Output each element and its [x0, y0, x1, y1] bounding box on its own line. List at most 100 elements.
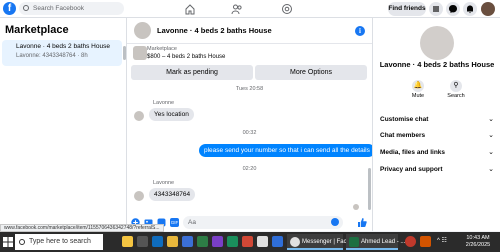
timestamp: Tues 20:58	[235, 86, 264, 92]
listing-price-title: $800 – 4 beds 2 baths House	[147, 54, 226, 60]
tray-app-icon[interactable]	[420, 236, 431, 247]
chat-members-section[interactable]: Chat members ⌄	[380, 128, 494, 144]
edge-browser-icon[interactable]	[152, 236, 163, 247]
details-title: Lavonne · 4 beds 2 baths House	[379, 60, 495, 69]
message-thread: Tues 20:58 Lavonne Yes location 00:32 pl…	[127, 82, 375, 214]
message-input[interactable]: Aa	[183, 216, 343, 229]
sidebar-scrollbar[interactable]	[123, 46, 126, 60]
screen: f Search Facebook Find friends Marketpla…	[0, 0, 500, 252]
incoming-message: Yes location	[149, 108, 194, 121]
sidebar-title: Marketplace	[5, 24, 69, 36]
friends-icon[interactable]	[231, 3, 243, 15]
find-friends-button[interactable]: Find friends	[388, 2, 426, 16]
sender-name: Lavonne	[153, 180, 175, 186]
chat-title[interactable]: Lavonne · 4 beds 2 baths House	[157, 26, 272, 35]
home-icon[interactable]	[184, 3, 196, 15]
taskbar-clock[interactable]: 10:43 AM 2/26/2025	[460, 235, 496, 249]
conversation-preview: Lavonne: 4343348764 · 8h	[16, 53, 88, 59]
app-icon[interactable]	[242, 236, 253, 247]
system-tray-icons[interactable]: ^ ☷	[437, 236, 457, 247]
app-icon[interactable]	[197, 236, 208, 247]
gif-icon[interactable]: GIF	[170, 218, 179, 227]
more-options-button[interactable]: More Options	[255, 65, 367, 80]
sender-avatar	[134, 111, 144, 121]
conversation-details-panel: Lavonne · 4 beds 2 baths House 🔔 Mute ⚲ …	[372, 18, 500, 231]
browser-status-url: www.facebook.com/marketplace/item/115570…	[0, 224, 164, 232]
taskbar-excel-window[interactable]: Ahmed Lead - ...	[346, 234, 405, 250]
listing-source-label: Marketplace	[147, 46, 177, 52]
facebook-logo-icon[interactable]: f	[3, 2, 16, 15]
emoji-icon[interactable]	[331, 218, 339, 226]
chevron-down-icon: ⌄	[488, 132, 494, 139]
bell-icon: 🔔	[412, 80, 424, 92]
outgoing-message: please send your number so that i can se…	[199, 144, 375, 157]
search-icon	[23, 5, 29, 11]
messenger-icon[interactable]	[446, 2, 460, 16]
windows-start-icon[interactable]	[3, 237, 13, 247]
message-composer: GIF Aa	[127, 215, 372, 231]
chrome-icon	[290, 237, 300, 247]
taskbar-search-input[interactable]: Type here to search	[15, 234, 103, 250]
windows-taskbar: Type here to search Messenger | Face... …	[0, 232, 500, 252]
search-conversation-button[interactable]: ⚲ Search	[443, 80, 469, 99]
media-files-links-section[interactable]: Media, files and links ⌄	[380, 145, 494, 161]
search-icon: ⚲	[450, 80, 462, 92]
app-icon[interactable]	[272, 236, 283, 247]
customise-chat-section[interactable]: Customise chat ⌄	[380, 112, 494, 128]
sender-name: Lavonne	[153, 100, 175, 106]
widgets-icon[interactable]	[122, 236, 133, 247]
listing-thumbnail	[133, 46, 147, 60]
grid-icon	[433, 6, 439, 12]
info-icon[interactable]: i	[355, 26, 365, 36]
file-explorer-icon[interactable]	[167, 236, 178, 247]
clock-time: 10:43 AM	[466, 235, 490, 241]
section-label: Chat members	[380, 132, 426, 139]
taskbar-search-placeholder: Type here to search	[29, 238, 91, 245]
mark-as-pending-button[interactable]: Mark as pending	[131, 65, 253, 80]
contact-avatar[interactable]	[134, 22, 151, 39]
search-placeholder: Search Facebook	[33, 5, 84, 12]
groups-icon[interactable]	[281, 3, 293, 15]
section-label: Media, files and links	[380, 149, 446, 156]
bell-icon	[467, 5, 473, 14]
marketplace-sidebar: Marketplace Lavonne · 4 beds 2 baths Hou…	[0, 18, 127, 231]
app-icon[interactable]	[212, 236, 223, 247]
thumbs-up-icon[interactable]	[357, 217, 367, 228]
sender-avatar	[134, 191, 144, 201]
section-label: Privacy and support	[380, 166, 443, 173]
conversation-list-item[interactable]: Lavonne · 4 beds 2 baths House Lavonne: …	[2, 40, 122, 66]
chevron-down-icon: ⌄	[488, 166, 494, 173]
privacy-support-section[interactable]: Privacy and support ⌄	[380, 162, 494, 178]
search-icon	[19, 239, 25, 245]
contact-large-avatar[interactable]	[420, 26, 454, 60]
chat-scrollbar[interactable]	[368, 168, 371, 210]
section-label: Customise chat	[380, 116, 429, 123]
taskbar-messenger-window[interactable]: Messenger | Face...	[287, 234, 355, 250]
tray-app-icon[interactable]	[405, 236, 416, 247]
app-icon[interactable]	[257, 236, 268, 247]
excel-icon	[349, 237, 359, 247]
task-view-icon[interactable]	[137, 236, 148, 247]
menu-grid-icon[interactable]	[429, 2, 443, 16]
notifications-bell-icon[interactable]	[463, 2, 477, 16]
account-avatar[interactable]	[481, 2, 495, 16]
listing-card[interactable]: Marketplace $800 – 4 beds 2 baths House	[127, 45, 372, 63]
messenger-glyph-icon	[449, 5, 457, 13]
seen-receipt-avatar	[353, 204, 359, 210]
search-label: Search	[447, 93, 465, 99]
app-icon[interactable]	[227, 236, 238, 247]
chat-panel: Lavonne · 4 beds 2 baths House i Marketp…	[127, 18, 375, 231]
mute-button[interactable]: 🔔 Mute	[405, 80, 431, 99]
chevron-down-icon: ⌄	[488, 116, 494, 123]
incoming-message: 4343348764	[149, 188, 196, 201]
store-icon[interactable]	[182, 236, 193, 247]
search-facebook-input[interactable]: Search Facebook	[19, 2, 124, 15]
mute-label: Mute	[411, 93, 425, 99]
chat-header: Lavonne · 4 beds 2 baths House i	[127, 18, 372, 44]
facebook-topbar: f Search Facebook Find friends	[0, 0, 500, 18]
clock-date: 2/26/2025	[465, 242, 491, 248]
conversation-title: Lavonne · 4 beds 2 baths House	[16, 43, 110, 50]
taskbar-app-label: Ahmed Lead - ...	[361, 239, 406, 245]
chevron-down-icon: ⌄	[488, 149, 494, 156]
timestamp: 02:20	[242, 166, 257, 172]
